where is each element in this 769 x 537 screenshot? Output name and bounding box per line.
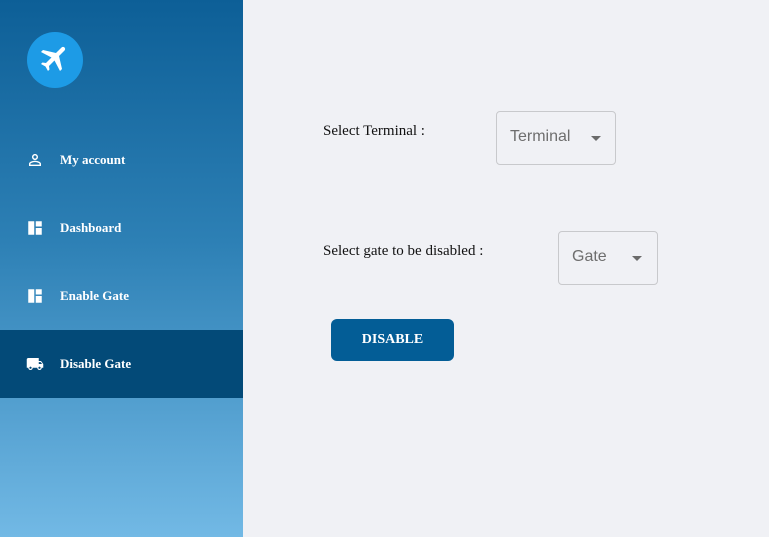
terminal-label: Select Terminal : (323, 123, 425, 139)
airplane-icon (38, 41, 72, 80)
app-logo[interactable] (27, 32, 83, 88)
sidebar-item-disable-gate[interactable]: Disable Gate (0, 330, 243, 398)
terminal-select[interactable]: Terminal (496, 111, 616, 165)
disable-button[interactable]: DISABLE (331, 319, 454, 361)
sidebar-item-label: Enable Gate (60, 288, 129, 303)
chevron-down-icon (632, 256, 642, 261)
terminal-select-value: Terminal (510, 128, 571, 145)
truck-icon (25, 354, 45, 374)
gate-label: Select gate to be disabled : (323, 243, 484, 259)
sidebar-item-my-account[interactable]: My account (0, 126, 243, 194)
sidebar-item-dashboard[interactable]: Dashboard (0, 194, 243, 262)
dashboard-icon (25, 218, 45, 238)
gate-select[interactable]: Gate (558, 231, 658, 285)
person-icon (25, 150, 45, 170)
sidebar-item-label: Dashboard (60, 220, 122, 235)
dashboard-icon (25, 286, 45, 306)
main-content: Select Terminal : Terminal Select gate t… (243, 0, 769, 537)
sidebar: My account Dashboard Enable Gate Disable… (0, 0, 243, 537)
chevron-down-icon (591, 136, 601, 141)
sidebar-item-label: My account (60, 152, 126, 167)
sidebar-item-label: Disable Gate (60, 356, 132, 371)
sidebar-item-enable-gate[interactable]: Enable Gate (0, 262, 243, 330)
gate-select-value: Gate (572, 248, 607, 265)
